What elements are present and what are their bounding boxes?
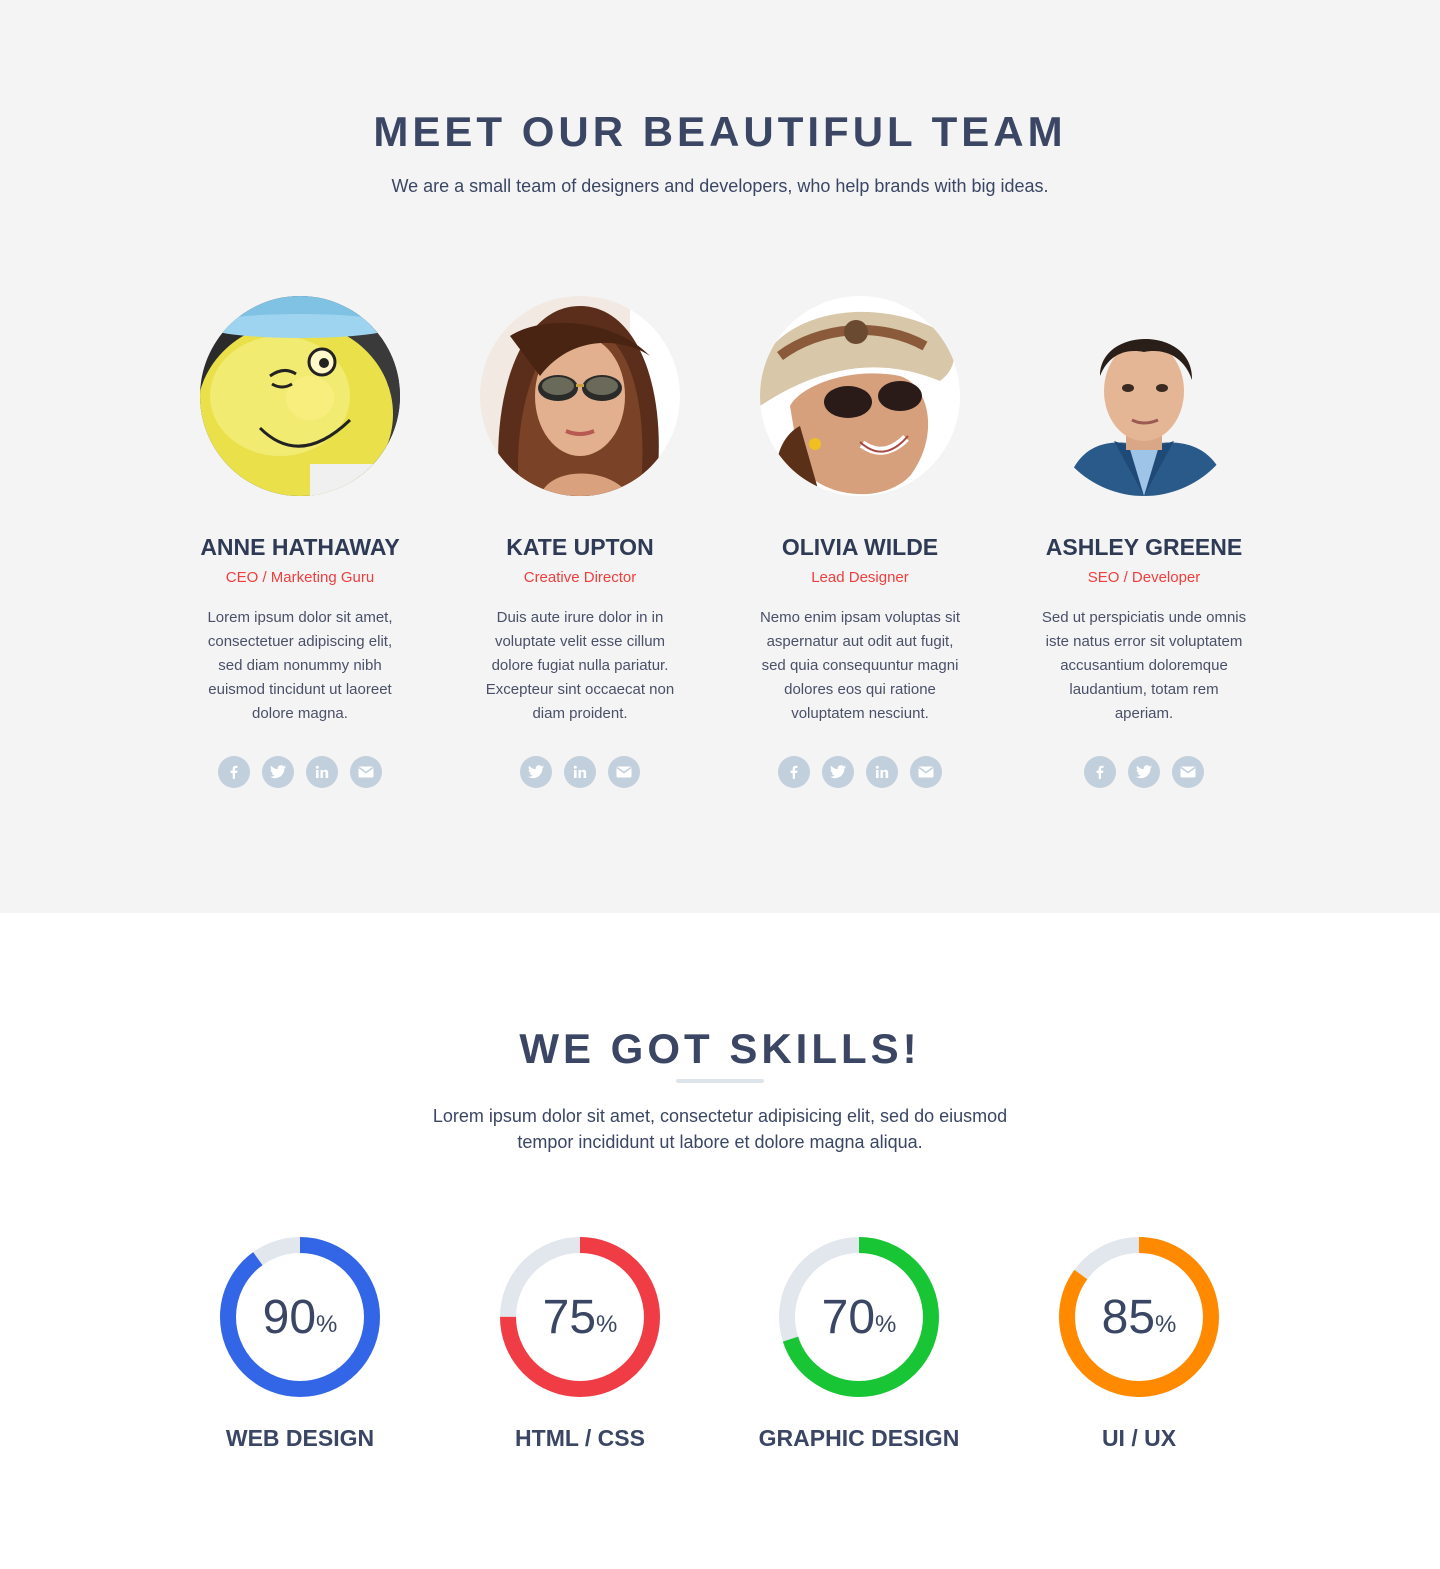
member-photo — [1044, 296, 1244, 496]
twitter-icon[interactable] — [1128, 756, 1160, 788]
team-member-card: OLIVIA WILDE Lead Designer Nemo enim ips… — [720, 296, 1000, 788]
title-divider — [676, 1079, 764, 1083]
member-name: OLIVIA WILDE — [781, 534, 939, 560]
linkedin-icon[interactable] — [564, 756, 596, 788]
facebook-icon[interactable] — [1084, 756, 1116, 788]
facebook-icon[interactable] — [778, 756, 810, 788]
skills-section: WE GOT SKILLS! Lorem ipsum dolor sit ame… — [0, 913, 1440, 1569]
social-links — [440, 756, 720, 788]
skill-item: 85% UI / UX — [999, 1235, 1279, 1452]
skill-value: 75 — [542, 1290, 597, 1344]
skill-progress-ring: 70% — [777, 1235, 941, 1399]
member-photo — [480, 296, 680, 496]
member-photo — [760, 296, 960, 496]
member-photo — [200, 296, 400, 496]
team-member-card: ASHLEY GREENE SEO / Developer Sed ut per… — [1004, 296, 1284, 788]
member-name: ANNE HATHAWAY — [200, 534, 400, 560]
email-icon[interactable] — [608, 756, 640, 788]
member-role: Creative Director — [523, 569, 637, 586]
member-bio: Duis aute irure dolor in in voluptate ve… — [485, 609, 675, 722]
skill-item: 90% WEB DESIGN — [160, 1235, 440, 1452]
team-subtitle: We are a small team of designers and dev… — [391, 176, 1049, 196]
member-bio: Nemo enim ipsam voluptas sit aspernatur … — [759, 609, 961, 722]
skill-percent: 75% — [498, 1235, 662, 1399]
skill-item: 75% HTML / CSS — [440, 1235, 720, 1452]
member-bio: Sed ut perspiciatis unde omnis iste natu… — [1041, 609, 1247, 722]
member-bio: Lorem ipsum dolor sit amet, consectetuer… — [207, 609, 393, 722]
twitter-icon[interactable] — [822, 756, 854, 788]
member-role: CEO / Marketing Guru — [225, 569, 375, 586]
skill-progress-ring: 90% — [218, 1235, 382, 1399]
skill-value: 90 — [262, 1290, 317, 1344]
skill-unit: % — [1155, 1311, 1177, 1338]
skill-unit: % — [875, 1311, 897, 1338]
skill-unit: % — [596, 1311, 618, 1338]
skill-unit: % — [316, 1311, 338, 1338]
facebook-icon[interactable] — [218, 756, 250, 788]
skill-label: GRAPHIC DESIGN — [758, 1425, 960, 1451]
twitter-icon[interactable] — [262, 756, 294, 788]
member-name: KATE UPTON — [506, 534, 654, 560]
linkedin-icon[interactable] — [866, 756, 898, 788]
email-icon[interactable] — [350, 756, 382, 788]
skill-label: HTML / CSS — [515, 1425, 645, 1451]
skill-percent: 85% — [1057, 1235, 1221, 1399]
team-section: MEET OUR BEAUTIFUL TEAM We are a small t… — [0, 0, 1440, 913]
member-role: SEO / Developer — [1087, 569, 1201, 586]
skill-progress-ring: 75% — [498, 1235, 662, 1399]
skill-progress-ring: 85% — [1057, 1235, 1221, 1399]
skills-subtitle: Lorem ipsum dolor sit amet, consectetur … — [432, 1106, 1008, 1152]
member-name: ASHLEY GREENE — [1045, 534, 1243, 560]
social-links — [720, 756, 1000, 788]
team-member-card: KATE UPTON Creative Director Duis aute i… — [440, 296, 720, 788]
email-icon[interactable] — [910, 756, 942, 788]
skill-value: 70 — [821, 1290, 876, 1344]
team-member-card: ANNE HATHAWAY CEO / Marketing Guru Lorem… — [160, 296, 440, 788]
social-links — [1004, 756, 1284, 788]
linkedin-icon[interactable] — [306, 756, 338, 788]
team-title: MEET OUR BEAUTIFUL TEAM — [373, 108, 1067, 155]
email-icon[interactable] — [1172, 756, 1204, 788]
skills-title: WE GOT SKILLS! — [519, 1025, 921, 1072]
twitter-icon[interactable] — [520, 756, 552, 788]
skill-value: 85 — [1101, 1290, 1156, 1344]
skill-label: WEB DESIGN — [225, 1425, 375, 1451]
skill-label: UI / UX — [1101, 1425, 1177, 1451]
skill-percent: 70% — [777, 1235, 941, 1399]
skill-percent: 90% — [218, 1235, 382, 1399]
social-links — [160, 756, 440, 788]
member-role: Lead Designer — [811, 569, 909, 586]
skill-item: 70% GRAPHIC DESIGN — [719, 1235, 999, 1452]
